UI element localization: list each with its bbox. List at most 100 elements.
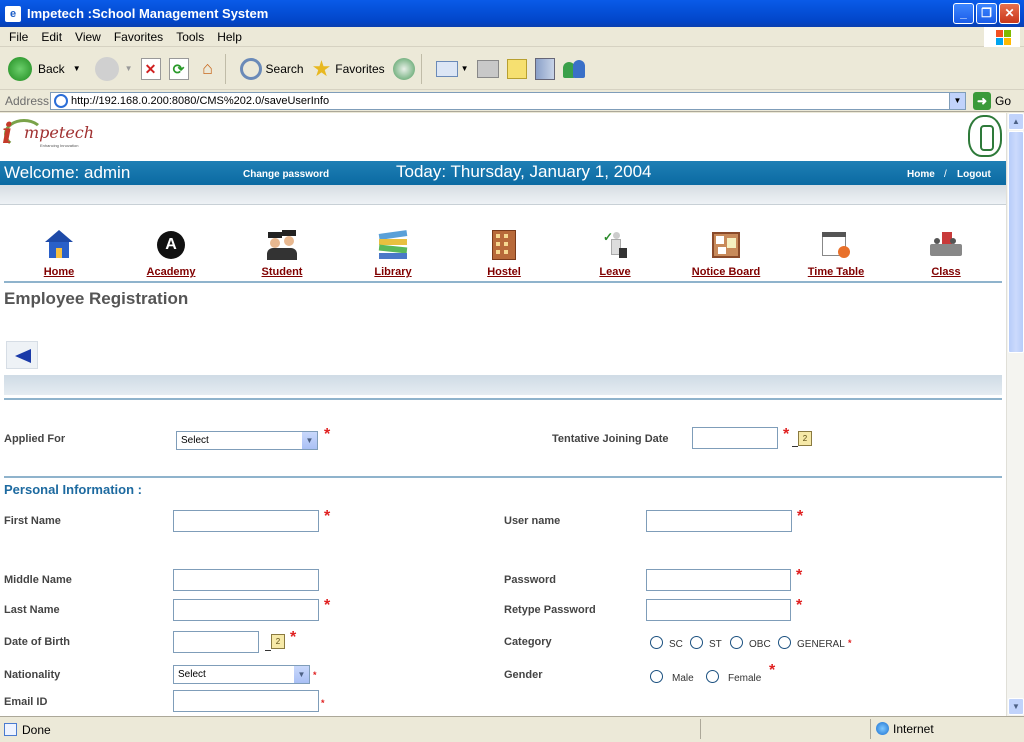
address-input[interactable]: http://192.168.0.200:8080/CMS%202.0/save… — [50, 92, 966, 110]
category-label: Category — [504, 636, 552, 648]
home-browser-button[interactable]: ⌂ — [197, 58, 219, 80]
required-mark: * — [290, 629, 297, 646]
close-button[interactable]: ✕ — [999, 3, 1020, 24]
category-sc-radio[interactable] — [650, 636, 663, 649]
nav-label: Home — [43, 266, 75, 278]
chevron-down-icon[interactable]: ▼ — [293, 666, 309, 683]
email-input[interactable] — [173, 690, 319, 712]
logout-link[interactable]: Logout — [957, 169, 991, 180]
middle-name-input[interactable] — [173, 569, 319, 591]
menu-edit[interactable]: Edit — [41, 30, 62, 44]
gender-female-label: Female — [728, 673, 762, 684]
forward-button[interactable]: ▼ — [94, 56, 133, 81]
go-button[interactable]: ➜ Go — [973, 92, 1011, 110]
first-name-input[interactable] — [173, 510, 319, 532]
nav-student[interactable]: Student — [242, 230, 322, 278]
nav-label: Library — [374, 266, 412, 278]
nationality-select[interactable]: Select ▼ — [173, 665, 310, 684]
status-bar: Done Internet — [0, 716, 1024, 742]
gender-male-label: Male — [672, 673, 694, 684]
calendar-icon[interactable]: 2 — [271, 634, 285, 649]
required-mark: * — [313, 670, 317, 680]
browser-toolbar: Back ▼ ▼ ✕ ⟳ ⌂ Search ★ Favorites ▼ — [0, 48, 1024, 90]
print-button[interactable] — [476, 59, 499, 78]
scroll-thumb[interactable] — [1008, 131, 1024, 353]
window-title-bar: e Impetech :School Management System _ ❐… — [0, 0, 1024, 27]
menu-help[interactable]: Help — [217, 30, 242, 44]
scroll-up-icon[interactable]: ▲ — [1008, 113, 1024, 130]
personal-info-title: Personal Information : — [4, 482, 142, 497]
retype-password-input[interactable] — [646, 599, 791, 621]
chevron-down-icon[interactable]: ▼ — [125, 64, 133, 73]
menu-file[interactable]: File — [9, 30, 28, 44]
gender-male-radio[interactable] — [650, 670, 663, 683]
chevron-down-icon[interactable]: ▼ — [461, 64, 469, 73]
chevron-down-icon[interactable]: ▼ — [949, 93, 965, 109]
address-url: http://192.168.0.200:8080/CMS%202.0/save… — [71, 95, 330, 107]
welcome-bar: Welcome: admin Change password Today: Th… — [0, 161, 1006, 185]
notice-board-icon — [710, 230, 742, 260]
user-name-input[interactable] — [646, 510, 792, 532]
category-obc-label: OBC — [749, 639, 771, 650]
required-mark: * — [321, 698, 325, 708]
required-mark: * — [797, 508, 804, 525]
change-password-link[interactable]: Change password — [243, 169, 329, 180]
required-mark: * — [324, 597, 331, 614]
dob-input[interactable] — [173, 631, 259, 653]
main-nav: Home A Academy Student Library Hostel ✓ … — [0, 230, 1006, 280]
nav-academy[interactable]: A Academy — [131, 230, 211, 278]
stop-icon: ✕ — [140, 57, 161, 80]
nav-class[interactable]: Class — [906, 230, 986, 278]
chevron-down-icon[interactable]: ▼ — [73, 64, 81, 73]
nav-label: Hostel — [487, 266, 521, 278]
category-st-radio[interactable] — [690, 636, 703, 649]
category-obc-radio[interactable] — [730, 636, 743, 649]
joining-date-input[interactable] — [692, 427, 778, 449]
stop-button[interactable]: ✕ — [140, 57, 161, 80]
menu-tools[interactable]: Tools — [176, 30, 204, 44]
menu-favorites[interactable]: Favorites — [114, 30, 163, 44]
maximize-button[interactable]: ❐ — [976, 3, 997, 24]
address-label: Address — [5, 93, 50, 108]
mail-button[interactable]: ▼ — [435, 60, 469, 77]
zone-label: Internet — [893, 722, 934, 736]
password-input[interactable] — [646, 569, 791, 591]
scroll-down-icon[interactable]: ▼ — [1008, 698, 1024, 715]
back-arrow-button[interactable] — [6, 341, 38, 369]
student-icon — [266, 230, 298, 260]
back-button[interactable]: Back ▼ — [8, 56, 81, 81]
required-mark: * — [796, 597, 803, 614]
nav-hostel[interactable]: Hostel — [464, 230, 544, 278]
impetech-logo: i mpetech Enhancing Innovation — [2, 117, 95, 150]
house-icon: ⌂ — [202, 57, 213, 78]
calendar-icon[interactable]: 2 — [798, 431, 812, 446]
nav-leave[interactable]: ✓ Leave — [575, 230, 655, 278]
vertical-scrollbar[interactable]: ▲ ▼ — [1006, 113, 1024, 716]
applied-for-select[interactable]: Select ▼ — [176, 431, 318, 450]
nav-label: Time Table — [807, 266, 865, 278]
nav-time-table[interactable]: Time Table — [796, 230, 876, 278]
nav-notice-board[interactable]: Notice Board — [686, 230, 766, 278]
favorites-button[interactable]: ★ Favorites — [312, 56, 385, 82]
printer-icon — [476, 59, 499, 78]
class-icon — [930, 230, 962, 260]
home-link[interactable]: Home — [907, 169, 935, 180]
edit-button[interactable] — [506, 58, 527, 79]
search-button[interactable]: Search — [239, 57, 304, 80]
nav-library[interactable]: Library — [353, 230, 433, 278]
time-table-icon — [820, 230, 852, 260]
refresh-button[interactable]: ⟳ — [168, 57, 189, 80]
nav-home[interactable]: Home — [19, 230, 99, 278]
nav-label: Class — [931, 266, 961, 278]
menu-view[interactable]: View — [75, 30, 101, 44]
star-icon: ★ — [311, 55, 332, 81]
research-button[interactable] — [534, 57, 555, 80]
minimize-button[interactable]: _ — [953, 3, 974, 24]
gender-female-radio[interactable] — [706, 670, 719, 683]
chevron-down-icon[interactable]: ▼ — [301, 432, 317, 449]
category-general-radio[interactable] — [778, 636, 791, 649]
last-name-input[interactable] — [173, 599, 319, 621]
required-mark: * — [324, 508, 331, 525]
messenger-button[interactable] — [562, 58, 587, 80]
history-button[interactable] — [392, 57, 415, 80]
